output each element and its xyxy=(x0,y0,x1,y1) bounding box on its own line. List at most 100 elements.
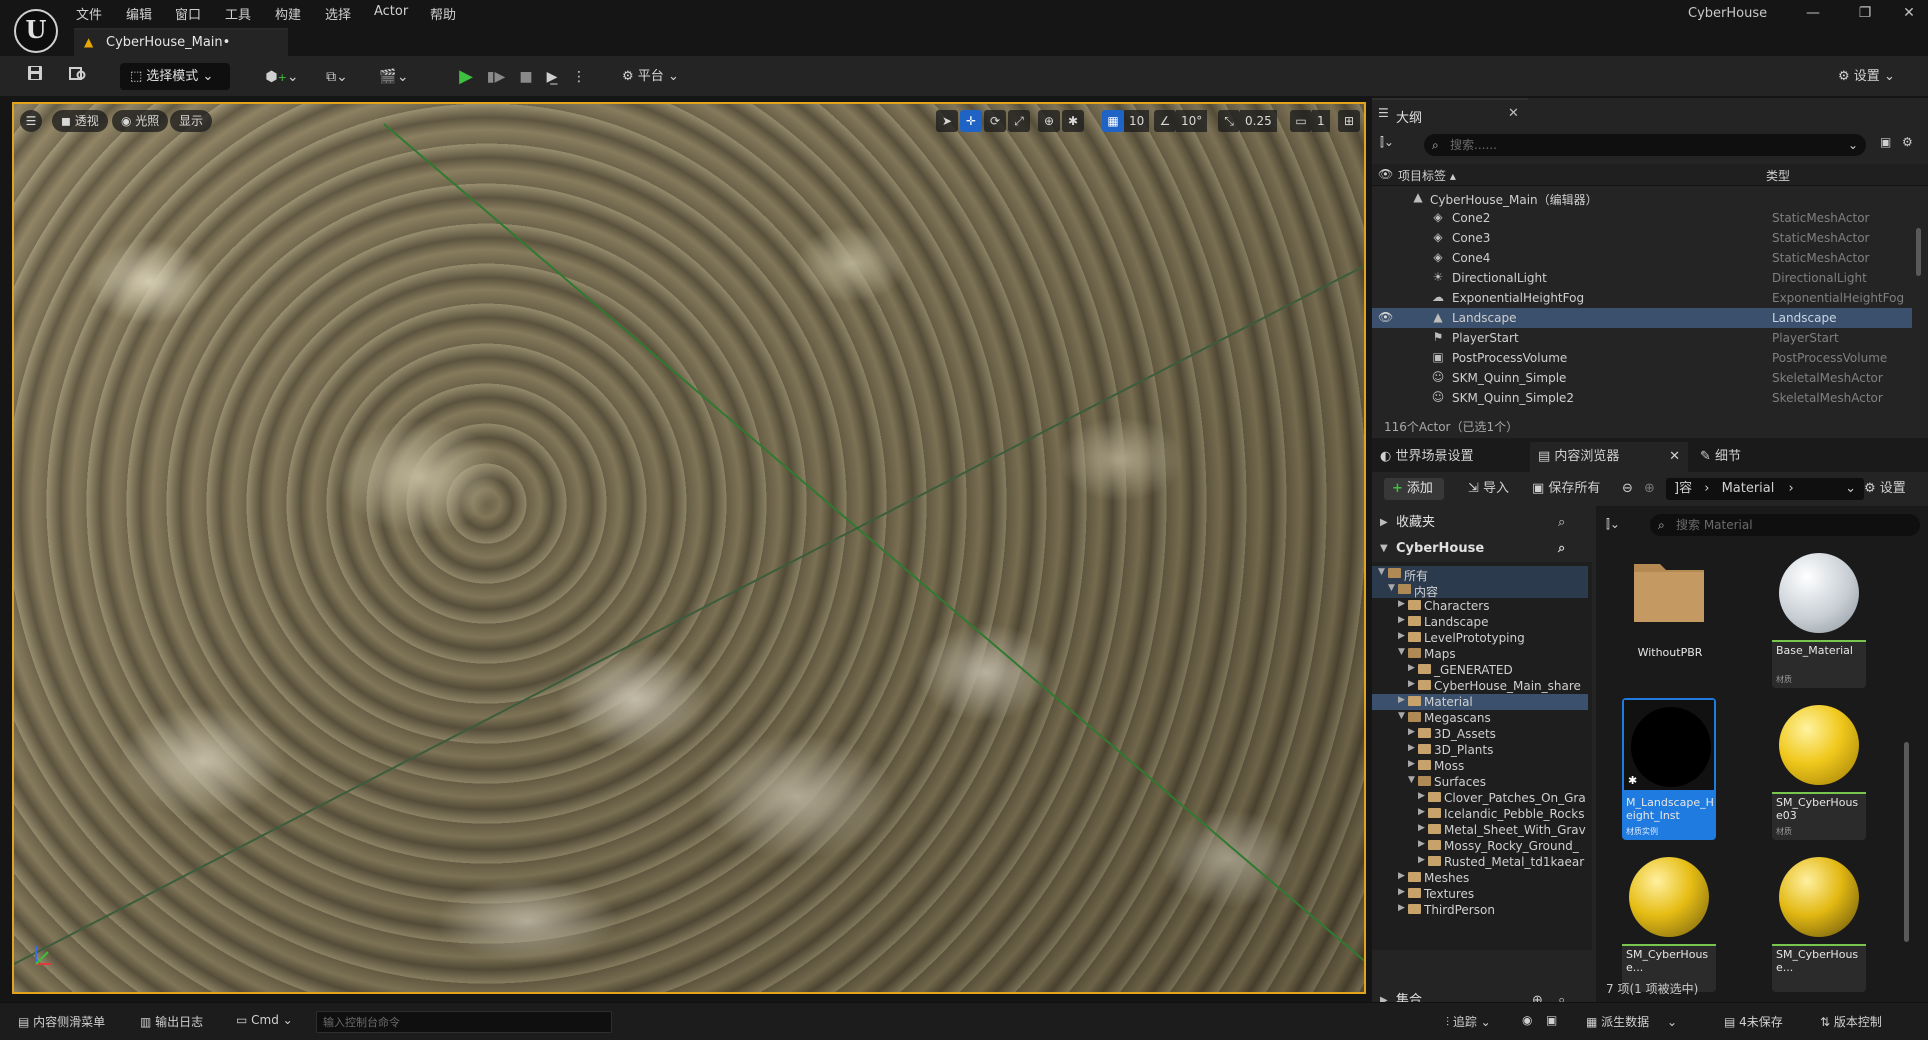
viewport-menu-icon[interactable]: ☰ xyxy=(20,110,42,132)
chevron-right-icon[interactable]: ▶ xyxy=(1418,855,1425,865)
tab-content-browser[interactable]: ▤ 内容浏览器 ✕ xyxy=(1530,442,1688,472)
select-tool-icon[interactable]: ➤ xyxy=(936,110,958,132)
play-options-icon[interactable]: ⋮ xyxy=(572,64,586,90)
folder-tree-item[interactable]: ▶ Characters xyxy=(1372,598,1588,614)
folder-tree-item[interactable]: ▼ Maps xyxy=(1372,646,1588,662)
folder-tree-item[interactable]: ▶ Icelandic_Pebble_Rocks xyxy=(1372,806,1588,822)
asset-search-input[interactable]: ⌕ 搜索 Material xyxy=(1650,514,1920,536)
blueprint-icon[interactable]: ⧉⌄ xyxy=(318,64,356,90)
chevron-right-icon[interactable]: ▶ xyxy=(1408,743,1415,753)
folder-tree-item[interactable]: ▶ Metal_Sheet_With_Grav xyxy=(1372,822,1588,838)
chevron-down-icon[interactable]: ▼ xyxy=(1388,583,1395,593)
filter-icon[interactable]: ⫿⌄ xyxy=(1380,135,1394,150)
folder-tree-item[interactable]: ▶ Mossy_Rocky_Ground_ xyxy=(1372,838,1588,854)
chevron-right-icon[interactable]: ▶ xyxy=(1398,887,1405,897)
menu-window[interactable]: 窗口 xyxy=(175,4,201,23)
outliner-row[interactable]: ☀ DirectionalLight DirectionalLight xyxy=(1372,268,1912,288)
surface-snap-icon[interactable]: ✱ xyxy=(1062,110,1084,132)
menu-help[interactable]: 帮助 xyxy=(430,4,456,23)
chevron-down-icon[interactable]: ▼ xyxy=(1378,567,1385,577)
level-tab[interactable]: ▲ CyberHouse_Main• xyxy=(74,28,288,56)
add-actor-icon[interactable]: ⬢+⌄ xyxy=(264,64,300,90)
rotate-snap-value[interactable]: 10° xyxy=(1176,110,1208,132)
perspective-button[interactable]: ◼ 透视 xyxy=(52,110,108,132)
derived-data-button[interactable]: ▦ 派生数据 ⌄ xyxy=(1586,1013,1677,1030)
back-icon[interactable]: ⊖ xyxy=(1622,478,1633,500)
camera-speed-value[interactable]: 1 xyxy=(1312,110,1330,132)
chevron-down-icon[interactable]: ⌄ xyxy=(1845,478,1856,500)
trace-button[interactable]: ⫶ 追踪 ⌄ xyxy=(1446,1013,1491,1030)
tab-world-settings[interactable]: ◐ 世界场景设置 xyxy=(1376,442,1528,472)
chevron-right-icon[interactable]: ▶ xyxy=(1408,679,1415,689)
favorites-header[interactable]: ▶ 收藏夹 ⌕ xyxy=(1372,510,1592,536)
outliner-search-input[interactable]: ⌕ 搜索...... ⌄ xyxy=(1424,134,1866,156)
add-button[interactable]: + 添加 xyxy=(1384,478,1444,500)
rotate-tool-icon[interactable]: ⟳ xyxy=(984,110,1006,132)
folder-tree-item[interactable]: ▶ Meshes xyxy=(1372,870,1588,886)
outliner-root-row[interactable]: ▲ CyberHouse_Main（编辑器） xyxy=(1372,188,1912,208)
lighting-button[interactable]: ◉ 光照 xyxy=(112,110,169,132)
eye-icon[interactable]: 👁 xyxy=(1378,310,1393,324)
output-log-button[interactable]: ▥ 输出日志 xyxy=(140,1013,203,1030)
chevron-right-icon[interactable]: ▶ xyxy=(1398,631,1405,641)
folder-tree-item[interactable]: ▶ Rusted_Metal_td1kaear xyxy=(1372,854,1588,870)
close-icon[interactable]: ✕ xyxy=(1508,106,1519,121)
menu-tools[interactable]: 工具 xyxy=(225,4,251,23)
chevron-down-icon[interactable]: ▼ xyxy=(1398,647,1405,657)
asset-tile-cyberhouse-a[interactable]: SM_CyberHouse... xyxy=(1622,850,1716,992)
scale-snap-icon[interactable]: ⤡ xyxy=(1218,110,1240,132)
asset-tile-landscape-height-inst[interactable]: ✱ M_Landscape_Height_Inst 材质实例 xyxy=(1622,698,1716,840)
chevron-right-icon[interactable]: ▶ xyxy=(1408,663,1415,673)
chevron-down-icon[interactable]: ▼ xyxy=(1398,711,1405,721)
chevron-right-icon[interactable]: ▶ xyxy=(1398,871,1405,881)
step-icon[interactable]: ▮▶ xyxy=(484,64,508,90)
add-folder-icon[interactable]: ▣ xyxy=(1880,135,1891,149)
folder-tree-item[interactable]: ▶ 3D_Plants xyxy=(1372,742,1588,758)
menu-edit[interactable]: 编辑 xyxy=(126,4,152,23)
chevron-down-icon[interactable]: ⌄ xyxy=(1848,134,1858,156)
chevron-right-icon[interactable]: ▶ xyxy=(1398,903,1405,913)
eye-icon[interactable]: 👁 xyxy=(1378,167,1393,181)
play-icon[interactable]: ▶ xyxy=(454,64,478,90)
folder-tree-item[interactable]: ▶ CyberHouse_Main_share xyxy=(1372,678,1588,694)
console-command-input[interactable]: 输入控制台命令 xyxy=(316,1011,612,1033)
chevron-right-icon[interactable]: ▶ xyxy=(1398,599,1405,609)
outliner-row[interactable]: ☺ SKM_Quinn_Simple SkeletalMeshActor xyxy=(1372,368,1912,388)
column-type-header[interactable]: 类型 xyxy=(1766,167,1790,184)
mode-select-dropdown[interactable]: ⬚ 选择模式 ⌄ xyxy=(120,63,230,90)
outliner-row[interactable]: ⚑ PlayerStart PlayerStart xyxy=(1372,328,1912,348)
path-segment-content[interactable]: ]容 xyxy=(1674,481,1692,496)
outliner-row[interactable]: ▣ PostProcessVolume PostProcessVolume xyxy=(1372,348,1912,368)
asset-tile-cyberhouse-b[interactable]: SM_CyberHouse... xyxy=(1772,850,1866,992)
outliner-row[interactable]: ☁ ExponentialHeightFog ExponentialHeightFo… xyxy=(1372,288,1912,308)
tab-details[interactable]: ✎ 细节 xyxy=(1696,442,1776,472)
platform-button[interactable]: ⚙ 平台 ⌄ xyxy=(622,64,679,90)
outliner-scrollbar[interactable] xyxy=(1916,228,1921,276)
content-browse-icon[interactable] xyxy=(66,64,90,90)
folder-tree-item[interactable]: ▶ LevelPrototyping xyxy=(1372,630,1588,646)
outliner-row[interactable]: ◈ Cone4 StaticMeshActor xyxy=(1372,248,1912,268)
maximize-viewport-icon[interactable]: ⊞ xyxy=(1338,110,1360,132)
minimize-button[interactable]: — xyxy=(1798,2,1828,24)
menu-build[interactable]: 构建 xyxy=(275,4,301,23)
search-icon[interactable]: ⌕ xyxy=(1558,510,1565,536)
outliner-row[interactable]: ☺ SKM_Quinn_Simple2 SkeletalMeshActor xyxy=(1372,388,1912,408)
scale-snap-value[interactable]: 0.25 xyxy=(1240,110,1277,132)
eject-icon[interactable]: ▶̲ xyxy=(540,64,564,90)
asset-tile-base-material[interactable]: Base_Material 材质 xyxy=(1772,546,1866,688)
chevron-right-icon[interactable]: ▶ xyxy=(1408,727,1415,737)
project-header[interactable]: ▼ CyberHouse ⌕ xyxy=(1372,536,1592,562)
screenshot-icon[interactable]: ▣ xyxy=(1546,1013,1557,1027)
folder-tree-item[interactable]: ▼ 内容 xyxy=(1372,582,1588,598)
unsaved-button[interactable]: ▤ 4未保存 xyxy=(1724,1013,1783,1030)
outliner-tab[interactable]: ☰ 大纲 ✕ xyxy=(1372,98,1528,128)
scale-tool-icon[interactable]: ⤢ xyxy=(1008,110,1030,132)
folder-tree-item[interactable]: ▼ 所有 xyxy=(1372,566,1588,582)
folder-tree-item[interactable]: ▶ Landscape xyxy=(1372,614,1588,630)
source-control-button[interactable]: ⇅ 版本控制 xyxy=(1820,1013,1882,1030)
world-space-icon[interactable]: ⊕ xyxy=(1038,110,1060,132)
forward-icon[interactable]: ⊕ xyxy=(1644,478,1655,500)
stop-icon[interactable]: ■ xyxy=(514,64,538,90)
cinematics-icon[interactable]: 🎬⌄ xyxy=(374,64,414,90)
save-all-button[interactable]: ▣ 保存所有 xyxy=(1532,478,1600,500)
